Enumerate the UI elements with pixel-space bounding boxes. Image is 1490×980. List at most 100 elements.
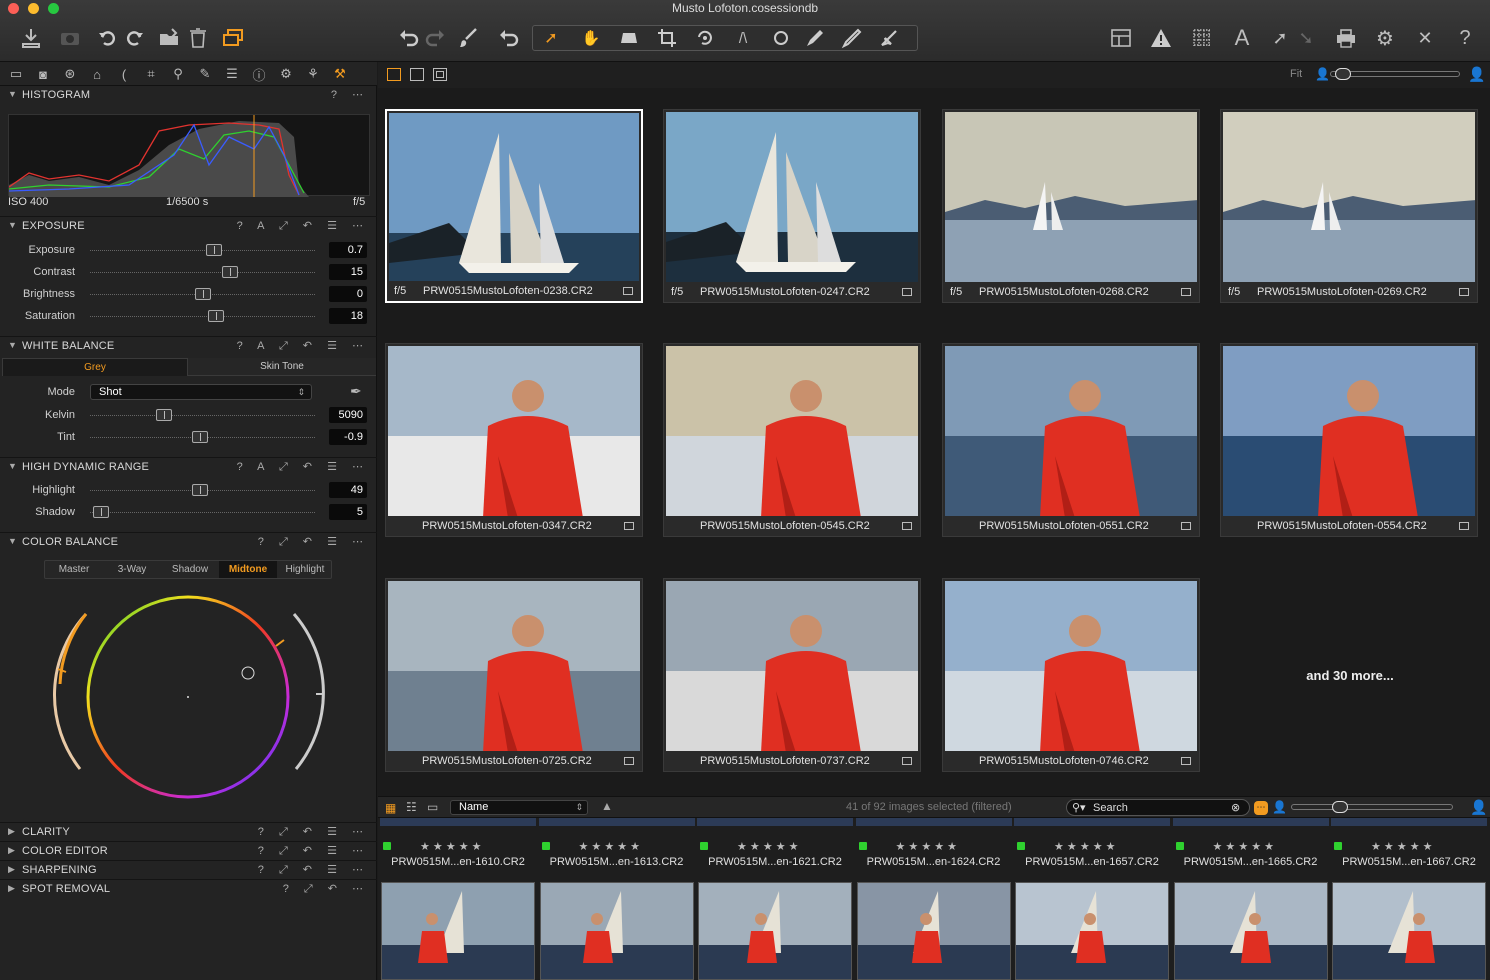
clarity-header[interactable]: ▶ CLARITY? ⤢ ↶ ☰ ⋯ xyxy=(0,822,377,840)
filmstrip-browser-icon[interactable]: ▭ xyxy=(427,800,438,814)
slider-track[interactable] xyxy=(90,316,315,317)
collapse-triangle-icon[interactable]: ▼ xyxy=(8,89,17,99)
metadata-icon[interactable] xyxy=(1181,522,1191,530)
section-controls[interactable]: ? ⤢ ↶ ☰ ⋯ xyxy=(258,844,369,858)
image-thumbnail[interactable]: PRW0515MustoLofoten-0737.CR2 xyxy=(663,578,921,772)
color-tab-icon[interactable]: ⊛ xyxy=(60,65,80,83)
grid-overlay-icon[interactable] xyxy=(1189,24,1215,52)
slider-track[interactable] xyxy=(90,250,315,251)
slider-knob[interactable] xyxy=(221,266,238,278)
slider-value-field[interactable]: 0.7 xyxy=(329,242,367,258)
apply-adjust-icon[interactable] xyxy=(876,24,902,52)
color-editor-header[interactable]: ▶ COLOR EDITOR? ⤢ ↶ ☰ ⋯ xyxy=(0,841,377,859)
image-thumbnail[interactable]: PRW0515MustoLofoten-0725.CR2 xyxy=(385,578,643,772)
slider-knob[interactable] xyxy=(156,409,173,421)
slider-value-field[interactable]: -0.9 xyxy=(329,429,367,445)
collapse-triangle-icon[interactable]: ▼ xyxy=(8,536,17,546)
section-controls[interactable]: ? ⤢ ↶ ☰ ⋯ xyxy=(258,863,369,877)
section-controls[interactable]: ? ⤢ ↶ ☰ ⋯ xyxy=(258,825,369,839)
metadata-icon[interactable] xyxy=(623,287,633,295)
slider-knob[interactable] xyxy=(208,310,224,322)
help-icon[interactable]: ? xyxy=(1452,24,1478,52)
details-tab-icon[interactable]: ⚲ xyxy=(168,65,188,83)
composition-tab-icon[interactable]: ⌗ xyxy=(141,65,161,83)
sharpening-header[interactable]: ▶ SHARPENING? ⤢ ↶ ☰ ⋯ xyxy=(0,860,377,878)
single-view-icon[interactable] xyxy=(410,68,424,81)
output-tab-icon[interactable]: ⚙ xyxy=(276,65,296,83)
search-input[interactable]: Search xyxy=(1093,802,1128,814)
metadata-icon[interactable] xyxy=(624,757,634,765)
metadata-icon[interactable] xyxy=(1181,288,1191,296)
slider-value-field[interactable]: 0 xyxy=(329,286,367,302)
color-tag-green[interactable] xyxy=(1017,842,1025,850)
filmstrip-cell[interactable]: ★ ★ ★ ★ ★ PRW0515M...en-1621.CR2 xyxy=(697,818,853,980)
compare-view-icon[interactable] xyxy=(433,68,447,81)
histogram-header[interactable]: ▼ HISTOGRAM ? ⋯ xyxy=(0,86,377,104)
section-controls[interactable]: ? A ⤢ ↶ ☰ ⋯ xyxy=(237,460,369,474)
rotate-left-icon[interactable] xyxy=(95,24,121,52)
camera-icon[interactable] xyxy=(57,24,83,52)
slider-knob[interactable] xyxy=(93,506,110,518)
trash-icon[interactable] xyxy=(185,24,211,52)
image-thumbnail[interactable]: f/5 PRW0515MustoLofoten-0269.CR2 xyxy=(1220,109,1478,303)
warning-icon[interactable] xyxy=(1148,24,1174,52)
metadata-icon[interactable] xyxy=(624,522,634,530)
expand-triangle-icon[interactable]: ▶ xyxy=(8,845,15,856)
slider-track[interactable] xyxy=(90,512,315,513)
expand-triangle-icon[interactable]: ▶ xyxy=(8,883,15,894)
filmstrip-cell[interactable]: ★ ★ ★ ★ ★ PRW0515M...en-1657.CR2 xyxy=(1014,818,1170,980)
undo-icon[interactable] xyxy=(396,24,422,52)
clear-search-icon[interactable]: ⊗ xyxy=(1231,801,1240,814)
tab-grey[interactable]: Grey xyxy=(2,358,188,376)
import-icon[interactable] xyxy=(18,24,44,52)
zoom-slider-knob[interactable] xyxy=(1335,68,1351,80)
reset-icon[interactable] xyxy=(495,24,521,52)
print-icon[interactable] xyxy=(1333,24,1359,52)
circle-mask-icon[interactable] xyxy=(768,24,794,52)
move-to-folder-icon[interactable] xyxy=(156,24,182,52)
tab-skin-tone[interactable]: Skin Tone xyxy=(188,358,376,376)
gear-icon[interactable]: ⚙ xyxy=(1372,24,1398,52)
color-wheel[interactable] xyxy=(50,594,330,814)
white-balance-header[interactable]: ▼ WHITE BALANCE ? A ⤢ ↶ ☰ ⋯ xyxy=(0,336,377,354)
picker-icon[interactable] xyxy=(838,24,864,52)
expand-triangle-icon[interactable]: ▶ xyxy=(8,864,15,875)
exposure-header[interactable]: ▼ EXPOSURE ? A ⤢ ↶ ☰ ⋯ xyxy=(0,216,377,234)
image-thumbnail[interactable]: PRW0515MustoLofoten-0551.CR2 xyxy=(942,343,1200,537)
section-controls[interactable]: ? ⋯ xyxy=(331,88,369,101)
section-controls[interactable]: ? ⤢ ↶ ⋯ xyxy=(283,882,369,896)
section-controls[interactable]: ? A ⤢ ↶ ☰ ⋯ xyxy=(237,339,369,353)
library-tab-icon[interactable]: ▭ xyxy=(6,65,26,83)
grid-browser-icon[interactable]: ▦ xyxy=(385,801,396,815)
star-rating[interactable]: ★ ★ ★ ★ ★ xyxy=(579,840,641,853)
image-thumbnail[interactable]: PRW0515MustoLofoten-0347.CR2 xyxy=(385,343,643,537)
image-thumbnail[interactable]: PRW0515MustoLofoten-0746.CR2 xyxy=(942,578,1200,772)
quick-tab-icon[interactable]: ⚒ xyxy=(330,65,350,83)
tab-shadow[interactable]: Shadow xyxy=(161,561,219,578)
slider-track[interactable] xyxy=(90,272,315,273)
filmstrip-cell[interactable]: ★ ★ ★ ★ ★ PRW0515M...en-1610.CR2 xyxy=(380,818,536,980)
thumb-size-knob[interactable] xyxy=(1332,801,1348,813)
metadata-icon[interactable] xyxy=(902,288,912,296)
image-thumbnail[interactable]: f/5 PRW0515MustoLofoten-0238.CR2 xyxy=(385,109,643,303)
filter-options-icon[interactable]: ⋯ xyxy=(1254,801,1268,815)
slider-value-field[interactable]: 18 xyxy=(329,308,367,324)
list-browser-icon[interactable]: ☷ xyxy=(406,800,417,814)
eyedropper-icon[interactable]: ✒ xyxy=(350,383,362,400)
star-rating[interactable]: ★ ★ ★ ★ ★ xyxy=(420,840,482,853)
tab-3-way[interactable]: 3-Way xyxy=(103,561,161,578)
slider-value-field[interactable]: 5 xyxy=(329,504,367,520)
rotate-right-icon[interactable] xyxy=(121,24,147,52)
star-rating[interactable]: ★ ★ ★ ★ ★ xyxy=(1054,840,1116,853)
search-field[interactable]: ⚲▾ Search ⊗ xyxy=(1066,799,1250,816)
slider-track[interactable] xyxy=(90,415,315,416)
star-rating[interactable]: ★ ★ ★ ★ ★ xyxy=(896,840,958,853)
image-thumbnail[interactable]: PRW0515MustoLofoten-0545.CR2 xyxy=(663,343,921,537)
filmstrip-cell[interactable]: ★ ★ ★ ★ ★ PRW0515M...en-1667.CR2 xyxy=(1331,818,1487,980)
image-thumbnail[interactable]: PRW0515MustoLofoten-0554.CR2 xyxy=(1220,343,1478,537)
star-rating[interactable]: ★ ★ ★ ★ ★ xyxy=(737,840,799,853)
slider-value-field[interactable]: 15 xyxy=(329,264,367,280)
color-tag-green[interactable] xyxy=(541,842,550,850)
thumb-size-slider[interactable] xyxy=(1291,801,1453,813)
color-balance-header[interactable]: ▼ COLOR BALANCE ? ⤢ ↶ ☰ ⋯ xyxy=(0,532,377,550)
